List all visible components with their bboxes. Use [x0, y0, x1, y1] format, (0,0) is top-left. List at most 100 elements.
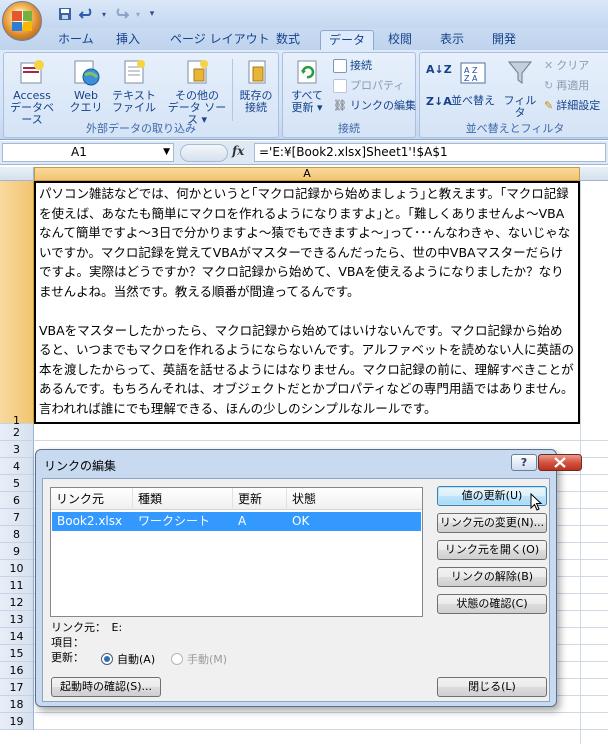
row-header-5[interactable]: 5 [0, 475, 34, 492]
reapply-label: 再適用 [556, 79, 590, 92]
access-button[interactable]: Access データベース [8, 57, 56, 126]
row-header-15[interactable]: 15 [0, 645, 34, 662]
tab-formulas[interactable]: 数式 [268, 30, 308, 50]
sort-descending-button[interactable]: Z↓A [426, 93, 452, 111]
row-header-12[interactable]: 12 [0, 594, 34, 611]
name-box[interactable]: A1 ▼ [2, 143, 174, 162]
clear-filter-button[interactable]: ✕ クリア [544, 57, 589, 75]
update-info: 更新： [51, 651, 84, 664]
col-update[interactable]: 更新 [233, 488, 287, 510]
cell-a1[interactable]: パソコン雑誌などでは、何かというと｢マクロ記録から始めましょう｣と教えます。｢マ… [34, 181, 580, 424]
office-button[interactable] [2, 1, 42, 41]
clear-filter-icon: ✕ [544, 59, 554, 72]
row-header-16[interactable]: 16 [0, 662, 34, 679]
row-header-2[interactable]: 2 [0, 424, 34, 441]
filter-funnel-icon [505, 57, 535, 87]
change-source-button[interactable]: リンク元の変更(N)... [437, 513, 547, 533]
tab-page-layout[interactable]: ページ レイアウト [162, 30, 278, 50]
customize-qat-icon[interactable]: ▾ [146, 5, 158, 23]
row-header-18[interactable]: 18 [0, 696, 34, 713]
sort-ascending-button[interactable]: A↓Z [426, 61, 452, 79]
row-header-3[interactable]: 3 [0, 441, 34, 458]
text-label-2: ファイル [112, 101, 156, 114]
break-link-button[interactable]: リンクの解除(B) [437, 567, 547, 587]
properties-button[interactable]: プロパティ [333, 77, 404, 95]
radio-manual[interactable]: 手動(M) [171, 651, 227, 667]
check-status-button[interactable]: 状態の確認(C) [437, 594, 547, 614]
formula-input[interactable]: ='E:¥[Book2.xlsx]Sheet1'!$A$1 [254, 143, 606, 162]
links-list[interactable]: リンク元 種類 更新 状態 Book2.xlsx ワークシート A OK [50, 487, 423, 617]
help-button[interactable]: ? [511, 454, 537, 471]
row-header-19[interactable]: 19 [0, 713, 34, 730]
item-info: 項目： [51, 636, 84, 649]
existing-connections-button[interactable]: 既存の 接続 [236, 57, 276, 114]
col-type[interactable]: 種類 [133, 488, 233, 510]
redo-dropdown-icon[interactable]: ▾ [134, 5, 142, 23]
select-all-corner[interactable] [0, 167, 34, 181]
column-header-a[interactable]: A [34, 167, 580, 181]
links-list-header: リンク元 種類 更新 状態 [51, 488, 422, 510]
group-external-label: 外部データの取り込み [86, 122, 196, 135]
group-connections: すべて 更新 ▾ 接続 プロパティ ⛓ リンクの編集 接続 [282, 52, 416, 138]
chain-link-icon: ⛓ [333, 99, 347, 112]
row-header-17[interactable]: 17 [0, 679, 34, 696]
sort-dialog-icon: A ZZ A [458, 57, 488, 87]
insert-function-icon[interactable]: fx [232, 144, 244, 158]
row-header-7[interactable]: 7 [0, 509, 34, 526]
row-header-8[interactable]: 8 [0, 526, 34, 543]
col-status[interactable]: 状態 [287, 488, 423, 510]
col-source[interactable]: リンク元 [51, 488, 133, 510]
row-header-4[interactable]: 4 [0, 458, 34, 475]
radio-on-icon [101, 653, 113, 665]
open-source-button[interactable]: リンク元を開く(O) [437, 540, 547, 560]
row-header-11[interactable]: 11 [0, 577, 34, 594]
close-window-button[interactable] [538, 454, 582, 471]
sort-button[interactable]: A ZZ A 並べ替え [450, 57, 496, 107]
svg-text:Z A: Z A [464, 74, 478, 83]
close-button[interactable]: 閉じる(L) [437, 677, 547, 697]
radio-automatic-label: 自動(A) [117, 653, 156, 666]
refresh-all-button[interactable]: すべて 更新 ▾ [287, 57, 327, 114]
web-query-button[interactable]: Web クエリ [66, 57, 106, 114]
edit-links-dialog: リンクの編集 ? リンク元 種類 更新 状態 Book2.xlsx ワークシート… [35, 449, 582, 707]
undo-icon[interactable] [78, 5, 96, 23]
connections-icon [333, 59, 347, 73]
tab-review[interactable]: 校閲 [380, 30, 420, 50]
radio-off-icon [171, 653, 183, 665]
edit-links-button[interactable]: ⛓ リンクの編集 [333, 97, 416, 115]
cell-a1-paragraph-1: パソコン雑誌などでは、何かというと｢マクロ記録から始めましょう｣と教えます。｢マ… [39, 186, 571, 299]
link-row[interactable]: Book2.xlsx ワークシート A OK [52, 512, 421, 531]
other-sources-icon [182, 57, 212, 87]
tab-developer[interactable]: 開発 [484, 30, 524, 50]
row-header-6[interactable]: 6 [0, 492, 34, 509]
radio-automatic[interactable]: 自動(A) [101, 651, 155, 667]
connections-button[interactable]: 接続 [333, 57, 372, 75]
row-header-10[interactable]: 10 [0, 560, 34, 577]
advanced-filter-button[interactable]: ✎ 詳細設定 [544, 97, 600, 115]
reapply-button[interactable]: ↻ 再適用 [544, 77, 589, 95]
access-db-icon [17, 57, 47, 87]
redo-icon[interactable] [112, 5, 130, 23]
link-update: A [238, 514, 247, 528]
tab-view[interactable]: 表示 [432, 30, 472, 50]
other-sources-button[interactable]: その他の データ ソース ▾ [164, 57, 230, 126]
text-file-button[interactable]: テキスト ファイル [110, 57, 158, 114]
dialog-title: リンクの編集 [44, 459, 117, 473]
connections-label: 接続 [350, 59, 372, 72]
row-header-1[interactable]: 1 [0, 181, 34, 427]
row-gridline [34, 729, 608, 730]
row-header-9[interactable]: 9 [0, 543, 34, 560]
row-header-14[interactable]: 14 [0, 628, 34, 645]
column-header-b[interactable] [580, 167, 608, 181]
tab-insert[interactable]: 挿入 [108, 30, 148, 50]
tab-home[interactable]: ホーム [50, 30, 102, 50]
group-sort-filter: A↓Z Z↓A A ZZ A 並べ替え フィルタ ✕ クリア ↻ 再適用 ✎ 詳細設定… [419, 52, 608, 138]
properties-icon [333, 79, 347, 93]
startup-prompt-button[interactable]: 起動時の確認(S)... [51, 677, 161, 697]
name-box-dropdown-icon[interactable]: ▼ [163, 144, 170, 161]
tab-data[interactable]: データ [320, 30, 375, 50]
undo-dropdown-icon[interactable]: ▾ [100, 5, 108, 23]
row-header-13[interactable]: 13 [0, 611, 34, 628]
filter-button[interactable]: フィルタ [502, 57, 538, 119]
save-icon[interactable] [56, 5, 74, 23]
